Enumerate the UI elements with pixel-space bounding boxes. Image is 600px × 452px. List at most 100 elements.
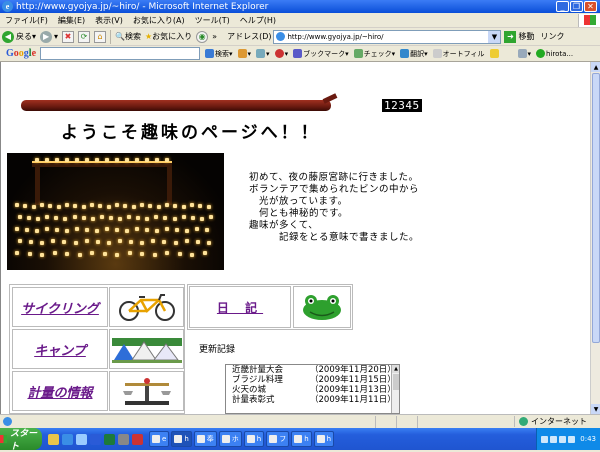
task-button[interactable]: 奉: [193, 431, 217, 447]
quicklaunch-app-icon[interactable]: [118, 433, 129, 445]
nav-link-diary[interactable]: 日 記: [217, 299, 263, 316]
menu-help[interactable]: ヘルプ(H): [235, 15, 281, 26]
user-button[interactable]: hirota...: [536, 49, 573, 58]
address-input[interactable]: http://www.gyojya.jp/~hiro/: [287, 33, 383, 41]
task-button[interactable]: フ: [266, 431, 290, 447]
close-button[interactable]: ✕: [584, 1, 597, 12]
refresh-icon[interactable]: ⟳: [78, 30, 91, 43]
quicklaunch-ie-icon[interactable]: [62, 433, 73, 445]
autofill-icon: [432, 49, 442, 58]
updates-heading: 更新記録: [199, 345, 236, 355]
candle-light: [29, 240, 34, 244]
candle-light: [131, 205, 136, 209]
scale-icon[interactable]: [109, 371, 184, 411]
pencil-icon[interactable]: [489, 49, 500, 58]
menu-tools[interactable]: ツール(T): [190, 15, 235, 26]
zone-label: インターネット: [531, 417, 587, 426]
translate-button[interactable]: 翻訳 ▾: [400, 49, 428, 59]
google-page-icon[interactable]: ▾: [237, 49, 251, 58]
quicklaunch-folder-icon[interactable]: [48, 433, 59, 445]
search-button[interactable]: 🔍 検索: [113, 31, 143, 42]
google-options-icon[interactable]: ▾: [256, 49, 270, 58]
task-icon: [246, 435, 255, 443]
nav-link-camp[interactable]: キャンプ: [34, 340, 86, 359]
google-search-button[interactable]: 検索 ▾: [205, 49, 233, 59]
favorites-button[interactable]: ★ お気に入り: [143, 31, 194, 42]
page-title: ようこそ趣味のページへ！！: [61, 123, 321, 143]
settings-icon[interactable]: ▾: [517, 49, 531, 58]
network-icon[interactable]: [568, 435, 576, 443]
stop-icon[interactable]: ✖: [62, 30, 75, 43]
candle-light: [84, 239, 89, 243]
nav-link-cycling[interactable]: サイクリング: [21, 298, 99, 317]
tray-icon[interactable]: [541, 435, 549, 443]
task-button[interactable]: e: [149, 431, 170, 447]
frog-icon[interactable]: [293, 286, 351, 328]
home-icon[interactable]: ⌂: [94, 30, 107, 43]
tray-icon[interactable]: [550, 435, 558, 443]
task-button[interactable]: h: [243, 431, 265, 447]
list-item: 火天の城 （2009年11月13日）: [232, 385, 396, 395]
bookmark-button[interactable]: ブックマーク ▾: [293, 49, 349, 59]
volume-icon[interactable]: [559, 435, 567, 443]
go-button[interactable]: ➜ 移動: [504, 30, 534, 43]
candle-light: [51, 239, 56, 243]
status-segment: [417, 415, 418, 428]
menu-favorites[interactable]: お気に入り(A): [128, 15, 190, 26]
candle-light: [154, 215, 159, 219]
status-segment: [375, 415, 376, 428]
address-bar[interactable]: http://www.gyojya.jp/~hiro/ ▼: [273, 29, 502, 44]
toolbar-overflow-icon[interactable]: »: [210, 32, 219, 41]
quicklaunch-app-icon[interactable]: [132, 433, 143, 445]
scroll-up-icon[interactable]: ▲: [591, 62, 600, 72]
menu-file[interactable]: ファイル(F): [0, 15, 53, 26]
back-button[interactable]: ◀ 戻る ▾: [0, 30, 38, 43]
forward-button[interactable]: ▶ ▾: [38, 30, 60, 43]
page-scrollbar[interactable]: ▲ ▼: [590, 62, 600, 414]
scroll-up-icon[interactable]: ▲: [392, 365, 399, 373]
minimize-button[interactable]: _: [556, 1, 569, 12]
nav-link-measurement[interactable]: 計量の情報: [27, 382, 92, 401]
google-search-input[interactable]: [40, 47, 201, 60]
task-icon: [221, 435, 230, 443]
autofill-button[interactable]: オートフィル: [432, 49, 485, 59]
candle-light: [40, 253, 44, 257]
candle-light: [54, 216, 59, 220]
task-button[interactable]: h: [171, 431, 192, 447]
address-dropdown-icon[interactable]: ▼: [488, 30, 501, 43]
google-logo[interactable]: Google: [6, 48, 36, 59]
menu-edit[interactable]: 編集(E): [53, 15, 90, 26]
scroll-thumb[interactable]: [393, 374, 399, 390]
candle-light: [162, 240, 167, 244]
start-button[interactable]: スタート: [0, 428, 42, 452]
tents-icon[interactable]: [109, 329, 184, 369]
restore-button[interactable]: ❐: [570, 1, 583, 12]
media-icon[interactable]: ◉: [196, 30, 209, 43]
updates-scrollbar[interactable]: ▲: [391, 365, 399, 413]
quicklaunch-excel-icon[interactable]: [104, 433, 115, 445]
candle-light: [85, 228, 89, 232]
google-block-icon[interactable]: ▾: [274, 49, 288, 58]
updates-list[interactable]: 近畿計量大会 （2009年11月20日） ブラジル料理 （2009年11月15日） …: [225, 364, 400, 414]
list-item: ブラジル料理 （2009年11月15日）: [232, 375, 396, 385]
task-button[interactable]: ホ: [218, 431, 242, 447]
candle-light: [73, 204, 78, 208]
links-button[interactable]: リンク: [540, 31, 564, 42]
scroll-down-icon[interactable]: ▼: [591, 404, 600, 414]
toolbar: ◀ 戻る ▾ ▶ ▾ ✖ ⟳ ⌂ 🔍 検索 ★ お気に入り ◉ » アドレス(D…: [0, 28, 600, 46]
candle-light: [140, 252, 144, 256]
quicklaunch-desktop-icon[interactable]: [76, 433, 87, 445]
task-button[interactable]: h: [291, 431, 312, 447]
bicycle-icon[interactable]: [109, 287, 184, 327]
candle-light: [45, 227, 49, 231]
gate-light: [135, 158, 139, 162]
menu-view[interactable]: 表示(V): [90, 15, 128, 26]
quicklaunch-word-icon[interactable]: [90, 433, 101, 445]
nav-row-cycling: サイクリング: [12, 287, 184, 327]
candle-light: [199, 217, 204, 221]
favorites-star-icon: ★: [145, 32, 153, 41]
scroll-thumb[interactable]: [592, 73, 600, 343]
task-button[interactable]: h: [313, 431, 335, 447]
check-button[interactable]: チェック ▾: [353, 49, 395, 59]
candle-light: [90, 217, 95, 221]
